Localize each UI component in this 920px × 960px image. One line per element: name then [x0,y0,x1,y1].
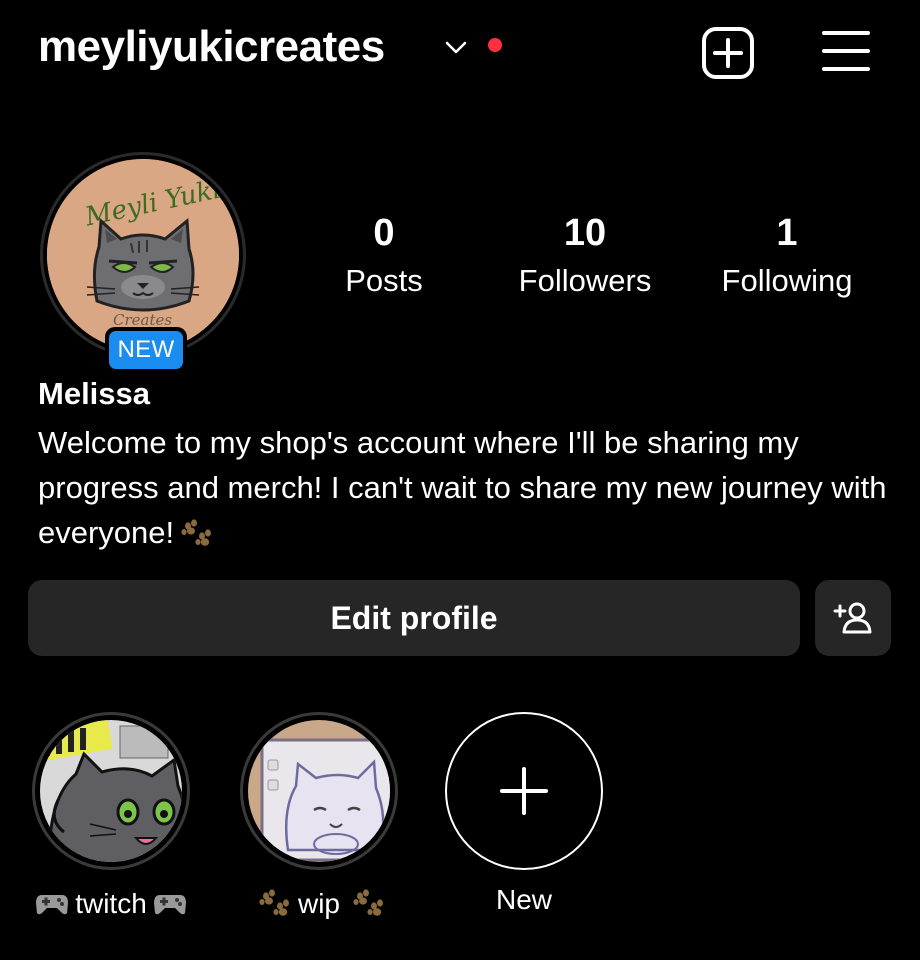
followers-stat[interactable]: 10 Followers [495,210,675,301]
account-switcher-username[interactable]: meyliyukicreates [38,22,385,72]
game-controller-icon [153,895,186,915]
chevron-down-icon[interactable] [444,40,468,56]
discover-people-button[interactable] [815,580,891,656]
following-count: 1 [776,212,798,254]
hamburger-menu-icon[interactable] [820,25,872,77]
following-stat[interactable]: 1 Following [697,210,877,301]
top-bar: meyliyukicreates [38,18,880,81]
paw-print-icon [259,889,289,916]
highlight-wip[interactable]: wip [237,712,401,920]
posts-label: Posts [345,263,423,298]
profile-bio: Welcome to my shop's account where I'll … [38,420,888,555]
add-person-icon [833,602,872,634]
game-controller-icon [36,895,69,915]
new-badge: NEW [105,327,187,373]
highlight-label: twitch [29,888,193,920]
highlight-wip-cover [248,720,390,862]
profile-name: Melissa [38,376,151,411]
highlight-label: New [442,884,606,916]
bio-text: Welcome to my shop's account where I'll … [38,425,887,550]
followers-count: 10 [563,212,607,254]
highlight-cover-ring [240,712,398,870]
highlight-twitch-label: twitch [75,888,147,919]
followers-label: Followers [518,263,652,298]
paw-print-icon [353,889,383,916]
highlight-twitch[interactable]: twitch [29,712,193,920]
posts-stat[interactable]: 0 Posts [294,210,474,301]
following-label: Following [721,263,853,298]
paw-print-icon [181,519,212,546]
plus-icon [500,767,548,815]
edit-profile-button[interactable]: Edit profile [28,580,800,656]
posts-count: 0 [373,212,395,254]
highlight-label: wip [237,888,401,920]
profile-avatar[interactable]: Meyli Yuki Creates NEW [40,152,246,373]
avatar-image: Meyli Yuki Creates [47,159,239,351]
highlight-twitch-cover [40,720,182,862]
notification-dot [488,38,502,52]
highlight-cover-ring [32,712,190,870]
new-highlight-ring [445,712,603,870]
highlight-new-label: New [495,884,552,915]
plus-square-icon[interactable] [700,25,756,81]
highlight-wip-label: wip [297,888,340,919]
highlight-new[interactable]: New [442,712,606,916]
new-badge-label: NEW [109,331,183,369]
